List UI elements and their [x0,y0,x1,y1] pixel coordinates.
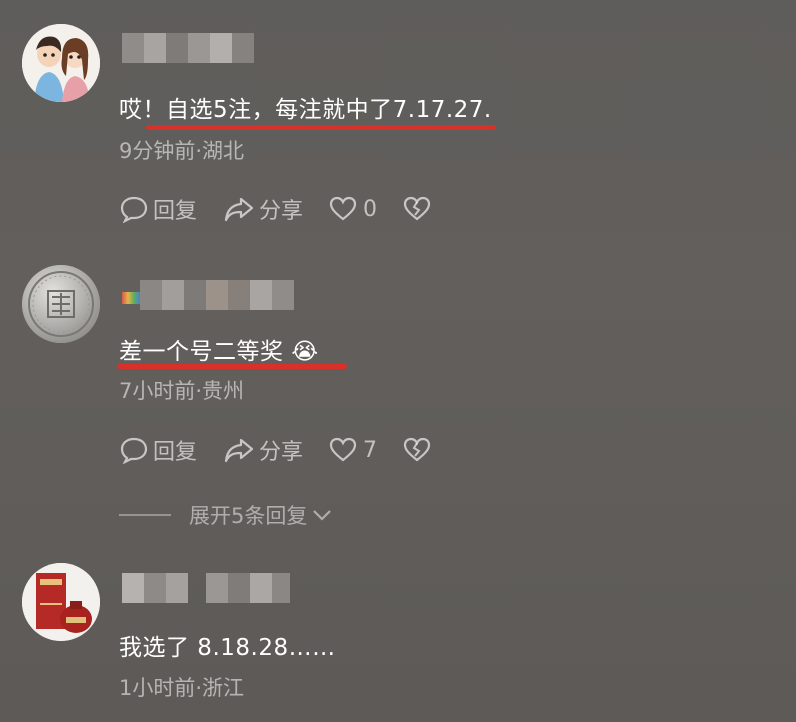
comment-text: 差一个号二等奖 😭 [119,339,319,365]
comment-text: 我选了 8.18.28…… [119,635,336,661]
divider [119,514,171,516]
avatar[interactable] [22,24,100,102]
highlight-underline [146,125,496,130]
avatar[interactable] [22,563,100,641]
like-count: 7 [363,437,378,463]
avatar[interactable] [22,265,100,343]
chevron-down-icon [313,510,332,521]
like-button[interactable]: 0 [329,196,377,222]
share-button[interactable]: 分享 [223,193,303,225]
expand-replies-button[interactable]: 展开5条回复 [119,500,333,530]
comment-item: 哎！自选5注，每注就中了7.17.27. 9分钟前·湖北 回复 分享 0 [0,0,796,240]
like-count: 0 [363,196,378,222]
reply-label: 回复 [153,440,198,465]
broken-heart-icon [403,437,431,462]
reply-button[interactable]: 回复 [119,193,197,225]
reply-button[interactable]: 回复 [119,434,197,466]
comment-actions: 回复 分享 0 [119,192,431,226]
heart-icon [329,196,357,221]
username-blurred[interactable] [122,280,294,310]
share-arrow-icon [224,438,254,463]
expand-replies-label: 展开5条回复 [189,504,308,528]
heart-icon [329,437,357,462]
highlight-underline [117,364,347,369]
comment-meta: 1小时前·浙江 [119,676,245,700]
dislike-button[interactable] [403,437,431,463]
like-button[interactable]: 7 [329,437,377,463]
reply-label: 回复 [153,199,198,224]
share-button[interactable]: 分享 [223,434,303,466]
comment-bubble-icon [120,196,148,223]
comment-meta: 7小时前·贵州 [119,379,245,403]
comment-meta: 9分钟前·湖北 [119,139,245,163]
share-arrow-icon [224,197,254,222]
username-blurred[interactable] [122,573,290,603]
comment-text: 哎！自选5注，每注就中了7.17.27. [119,97,492,123]
comment-bubble-icon [120,437,148,464]
dislike-button[interactable] [403,196,431,222]
broken-heart-icon [403,196,431,221]
username-blurred[interactable] [122,33,254,63]
share-label: 分享 [259,199,304,224]
comment-actions: 回复 分享 7 [119,433,431,467]
share-label: 分享 [259,440,304,465]
